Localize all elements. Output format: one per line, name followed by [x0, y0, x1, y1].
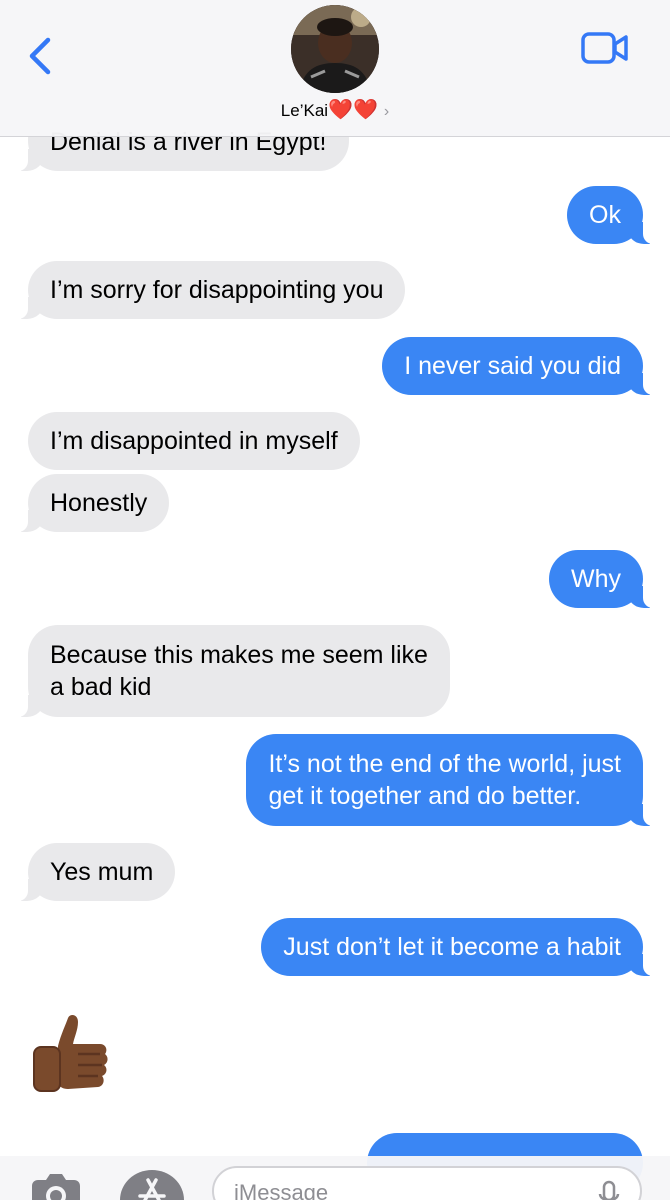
message-received[interactable]: Yes mum — [17, 843, 176, 901]
camera-icon — [32, 1174, 80, 1200]
message-sent[interactable]: Ok — [567, 186, 653, 244]
facetime-video-button[interactable] — [580, 30, 630, 66]
message-sent[interactable]: Just don’t let it become a habit — [261, 918, 653, 976]
video-camera-icon — [581, 32, 628, 64]
contact-name: Le’Kai — [280, 101, 329, 120]
back-button[interactable] — [24, 34, 58, 78]
message-text-line: Because this makes me seem like — [50, 641, 428, 669]
conversation-header: Le’Kai❤️❤️ › — [0, 0, 670, 137]
thumbs-up-icon — [33, 1014, 108, 1092]
camera-button[interactable] — [28, 1170, 84, 1200]
message-text-line: get it together and do better. — [268, 782, 582, 810]
message-received[interactable]: I’m disappointed in myself — [28, 412, 360, 470]
imessage-field[interactable] — [212, 1166, 642, 1200]
message-text: Why — [571, 565, 621, 593]
message-input[interactable] — [234, 1180, 574, 1200]
app-store-button[interactable] — [118, 1168, 186, 1200]
chevron-right-icon: › — [383, 103, 390, 120]
message-text: Honestly — [50, 489, 148, 517]
contact-name-row[interactable]: Le’Kai❤️❤️ › — [0, 98, 670, 124]
chevron-left-icon — [29, 37, 51, 75]
microphone-icon[interactable] — [598, 1180, 620, 1200]
message-text: Yes mum — [50, 858, 154, 886]
message-text-line: a bad kid — [50, 673, 152, 701]
message-input-bar — [0, 1156, 670, 1200]
conversation[interactable]: Denial is a river in Egypt! Ok I’m sorry… — [0, 0, 670, 1200]
contact-avatar[interactable] — [291, 5, 379, 93]
app-store-icon — [120, 1170, 184, 1200]
message-text: Ok — [589, 201, 621, 229]
message-received[interactable]: Honestly — [17, 474, 170, 532]
message-sent[interactable]: Why — [549, 550, 653, 608]
message-text: Just don’t let it become a habit — [283, 933, 621, 961]
message-text: I’m disappointed in myself — [50, 427, 338, 455]
thumbs-up-emoji[interactable] — [28, 1012, 112, 1102]
message-sent[interactable]: It’s not the end of the world, just get … — [246, 734, 653, 826]
message-text-line: It’s not the end of the world, just — [268, 750, 621, 778]
message-sent[interactable]: I never said you did — [382, 337, 653, 395]
heart-icons: ❤️❤️ — [328, 99, 378, 121]
message-received[interactable]: I’m sorry for disappointing you — [17, 261, 406, 319]
message-text: I never said you did — [404, 352, 621, 380]
message-text: I’m sorry for disappointing you — [50, 276, 384, 304]
message-received[interactable]: Because this makes me seem like a bad ki… — [18, 625, 450, 717]
avatar-photo — [291, 5, 379, 93]
